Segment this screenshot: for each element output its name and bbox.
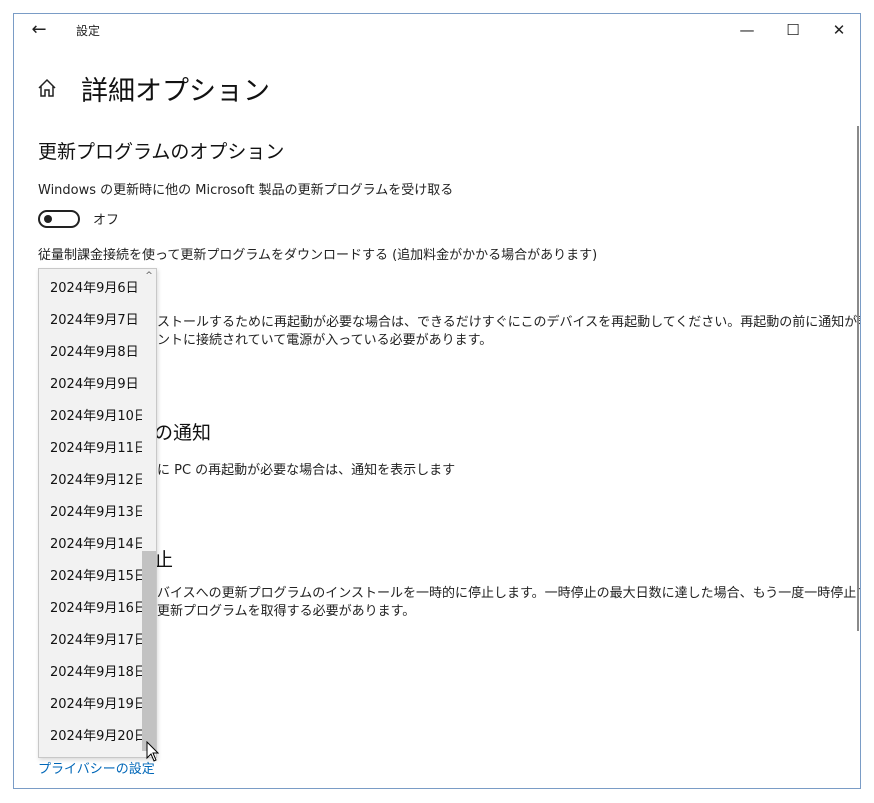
privacy-settings-link[interactable]: プライバシーの設定 xyxy=(38,758,155,777)
mouse-cursor-icon xyxy=(146,741,160,762)
list-item[interactable]: 2024年9月10日 xyxy=(39,401,142,433)
list-item[interactable]: 2024年9月9日 xyxy=(39,369,142,401)
other-ms-products-label: Windows の更新時に他の Microsoft 製品の更新プログラムを受け取… xyxy=(38,183,454,198)
other-ms-products-toggle[interactable] xyxy=(38,210,80,228)
list-item[interactable]: 2024年9月6日 xyxy=(39,273,142,305)
metered-connection-label: 従量制課金接続を使って更新プログラムをダウンロードする (追加料金がかかる場合が… xyxy=(38,248,598,263)
list-item[interactable]: 2024年9月20日 xyxy=(39,721,142,753)
maximize-button[interactable]: ☐ xyxy=(770,14,816,46)
page-scrollbar[interactable] xyxy=(857,126,859,631)
update-options-title: 更新プログラムのオプション xyxy=(38,141,285,163)
home-icon[interactable] xyxy=(36,77,58,99)
pause-date-dropdown-list[interactable]: 2024年9月6日 2024年9月7日 2024年9月8日 2024年9月9日 … xyxy=(38,268,157,758)
list-item[interactable]: 2024年9月7日 xyxy=(39,305,142,337)
list-item[interactable]: 2024年9月12日 xyxy=(39,465,142,497)
list-item[interactable]: 2024年9月8日 xyxy=(39,337,142,369)
toggle-knob xyxy=(44,215,52,223)
list-item[interactable]: 2024年9月19日 xyxy=(39,689,142,721)
title-bar: ← 設定 — ☐ ✕ xyxy=(14,14,860,46)
list-item[interactable]: 2024年9月18日 xyxy=(39,657,142,689)
restart-description-line1: ストールするために再起動が必要な場合は、できるだけすぐにこのデバイスを再起動して… xyxy=(157,315,861,330)
back-arrow-icon[interactable]: ← xyxy=(24,18,54,42)
dropdown-scrollbar-thumb[interactable] xyxy=(142,551,156,751)
scroll-up-chevron-icon[interactable]: ^ xyxy=(142,269,156,283)
toggle-state-label: オフ xyxy=(93,213,120,228)
list-item[interactable]: 2024年9月17日 xyxy=(39,625,142,657)
list-item[interactable]: 2024年9月11日 xyxy=(39,433,142,465)
list-item[interactable]: 2024年9月15日 xyxy=(39,561,142,593)
list-item[interactable]: 2024年9月14日 xyxy=(39,529,142,561)
pause-description-line1: バイスへの更新プログラムのインストールを一時的に停止します。一時停止の最大日数に… xyxy=(157,586,861,601)
minimize-button[interactable]: — xyxy=(724,14,770,46)
notify-description: に PC の再起動が必要な場合は、通知を表示します xyxy=(157,463,456,478)
pause-description-line2: 更新プログラムを取得する必要があります。 xyxy=(157,604,416,619)
window-title: 設定 xyxy=(76,24,101,38)
close-button[interactable]: ✕ xyxy=(816,14,860,46)
restart-description-line2: ントに接続されていて電源が入っている必要があります。 xyxy=(157,333,493,348)
notify-section-title: の通知 xyxy=(154,422,212,444)
list-item[interactable]: 2024年9月16日 xyxy=(39,593,142,625)
page-title: 詳細オプション xyxy=(81,76,270,107)
list-item[interactable]: 2024年9月13日 xyxy=(39,497,142,529)
